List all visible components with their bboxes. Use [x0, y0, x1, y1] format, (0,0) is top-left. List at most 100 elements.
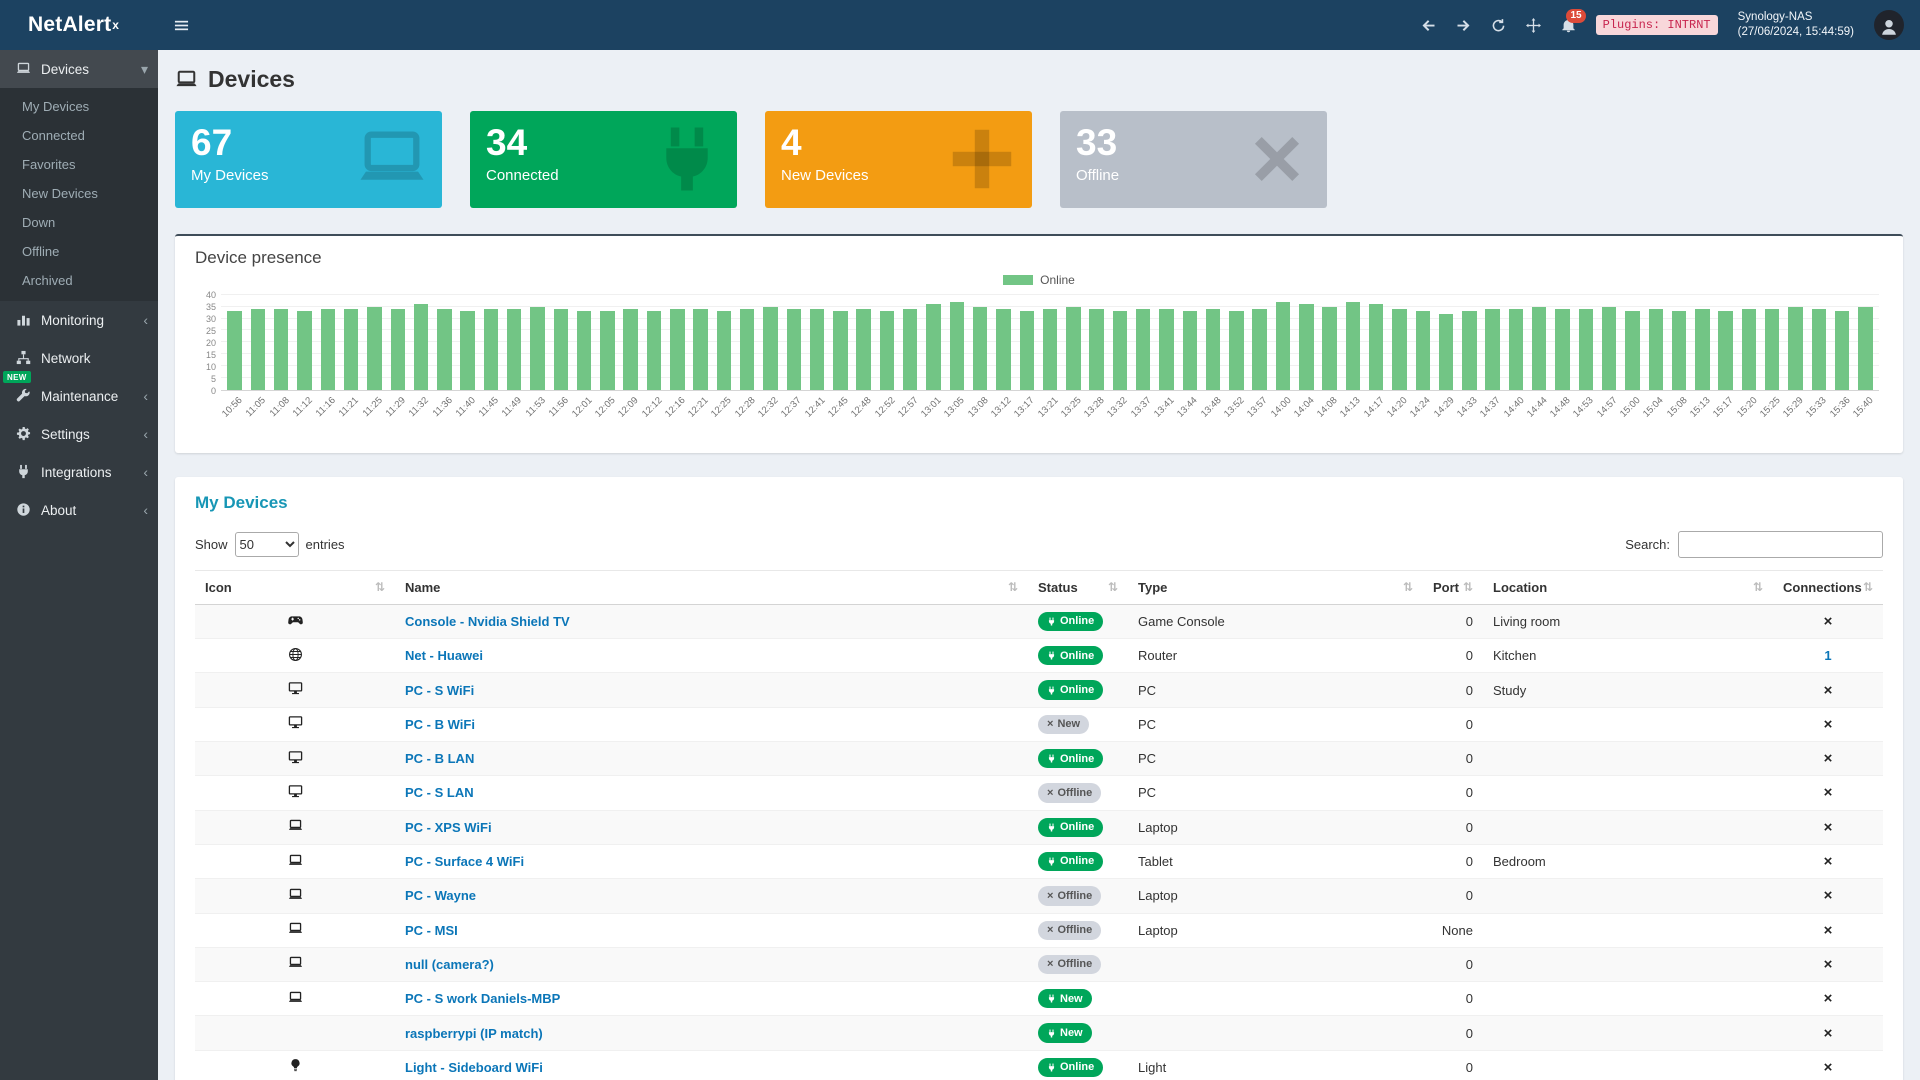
device-name-link[interactable]: raspberrypi (IP match)	[405, 1026, 543, 1041]
column-header-connections[interactable]: ⇅Connections	[1773, 570, 1883, 604]
x-tick-label: 15:25	[1758, 395, 1783, 420]
chart-bar	[1113, 311, 1127, 389]
column-header-icon[interactable]: ⇅Icon	[195, 570, 395, 604]
stat-box-my-devices[interactable]: 67 My Devices	[175, 111, 442, 208]
new-feature-tag: NEW	[3, 371, 31, 383]
x-tick-label: 14:53	[1571, 395, 1596, 420]
sidebar-subitem-offline[interactable]: Offline	[0, 237, 158, 266]
sidebar-item-devices[interactable]: Devices ▾	[0, 50, 158, 88]
connections-link[interactable]: 1	[1824, 648, 1831, 663]
back-arrow-icon[interactable]	[1421, 18, 1436, 33]
device-row[interactable]: PC - XPS WiFiOnlineLaptop0×	[195, 810, 1883, 844]
plugins-status-chip[interactable]: Plugins: INTRNT	[1596, 15, 1718, 35]
sidebar-item-monitoring[interactable]: Monitoring ‹	[0, 301, 158, 339]
device-row[interactable]: PC - S WiFiOnlinePC0Study×	[195, 673, 1883, 707]
sidebar-subitem-new-devices[interactable]: New Devices	[0, 179, 158, 208]
stat-box-new-devices[interactable]: 4 New Devices	[765, 111, 1032, 208]
device-name-link[interactable]: PC - B WiFi	[405, 717, 475, 732]
chart-bar	[1089, 309, 1103, 390]
device-name-link[interactable]: PC - XPS WiFi	[405, 820, 492, 835]
status-badge-label: Offline	[1057, 923, 1092, 937]
device-row[interactable]: PC - Surface 4 WiFiOnlineTablet0Bedroom×	[195, 844, 1883, 878]
chart-bar-slot: 12:57	[899, 295, 922, 390]
stat-box-offline[interactable]: 33 Offline	[1060, 111, 1327, 208]
device-type: PC	[1128, 673, 1423, 707]
plug-icon	[1047, 857, 1056, 866]
column-header-type[interactable]: ⇅Type	[1128, 570, 1423, 604]
device-status-cell: Online	[1028, 844, 1128, 878]
column-header-location[interactable]: ⇅Location	[1483, 570, 1773, 604]
device-row[interactable]: Console - Nvidia Shield TVOnlineGame Con…	[195, 604, 1883, 638]
device-name-link[interactable]: null (camera?)	[405, 957, 494, 972]
device-status-cell: ×Offline	[1028, 776, 1128, 810]
legend-label: Online	[1040, 273, 1075, 287]
device-row[interactable]: PC - B LANOnlinePC0×	[195, 742, 1883, 776]
status-badge: ×Offline	[1038, 886, 1101, 905]
device-row[interactable]: raspberrypi (IP match)New0×	[195, 1016, 1883, 1050]
sidebar-toggle-button[interactable]	[158, 0, 204, 50]
chart-bar-slot: 15:00	[1621, 295, 1644, 390]
device-row[interactable]: PC - S LAN×OfflinePC0×	[195, 776, 1883, 810]
chart-bar	[926, 304, 940, 390]
device-name-link[interactable]: Light - Sideboard WiFi	[405, 1060, 543, 1075]
sidebar-item-settings[interactable]: Settings ‹	[0, 415, 158, 453]
close-icon: ×	[1047, 957, 1053, 971]
sidebar-item-integrations[interactable]: Integrations ‹	[0, 453, 158, 491]
laptop-icon	[16, 61, 32, 77]
topbar-right: 15 Plugins: INTRNT Synology-NAS (27/06/2…	[1421, 10, 1904, 40]
device-name-link[interactable]: PC - B LAN	[405, 751, 474, 766]
device-row[interactable]: PC - B WiFi×NewPC0×	[195, 707, 1883, 741]
sidebar-item-label: Settings	[41, 427, 143, 442]
close-icon: ×	[1047, 889, 1053, 903]
device-row[interactable]: PC - MSI×OfflineLaptopNone×	[195, 913, 1883, 947]
x-tick-label: 13:01	[919, 395, 944, 420]
x-tick-label: 14:24	[1408, 395, 1433, 420]
device-row[interactable]: PC - S work Daniels-MBPNew0×	[195, 982, 1883, 1016]
column-header-status[interactable]: ⇅Status	[1028, 570, 1128, 604]
device-row[interactable]: Light - Sideboard WiFiOnlineLight0×	[195, 1050, 1883, 1080]
sidebar-item-about[interactable]: About ‹	[0, 491, 158, 529]
device-name-link[interactable]: PC - MSI	[405, 923, 458, 938]
app-logo[interactable]: NetAlertx	[0, 0, 158, 50]
column-header-port[interactable]: ⇅Port	[1423, 570, 1483, 604]
stat-box-connected[interactable]: 34 Connected	[470, 111, 737, 208]
device-name-link[interactable]: PC - S WiFi	[405, 683, 474, 698]
chart-bar-slot: 13:28	[1085, 295, 1108, 390]
x-tick-label: 13:37	[1129, 395, 1154, 420]
device-name-link[interactable]: PC - S work Daniels-MBP	[405, 991, 560, 1006]
device-connections-cell: ×	[1773, 947, 1883, 981]
device-row[interactable]: null (camera?)×Offline0×	[195, 947, 1883, 981]
notifications-bell[interactable]: 15	[1561, 18, 1576, 33]
device-name-link[interactable]: Console - Nvidia Shield TV	[405, 614, 570, 629]
show-label: Show	[195, 537, 228, 552]
refresh-icon[interactable]	[1491, 18, 1506, 33]
chart-bar	[530, 307, 544, 390]
sidebar-subitem-favorites[interactable]: Favorites	[0, 150, 158, 179]
sidebar-item-maintenance[interactable]: NEW Maintenance ‹	[0, 377, 158, 415]
avatar[interactable]	[1874, 10, 1904, 40]
device-port: None	[1423, 913, 1483, 947]
x-tick-label: 12:57	[896, 395, 921, 420]
x-tick-label: 13:44	[1175, 395, 1200, 420]
page-size-select[interactable]: 50	[235, 532, 299, 557]
sidebar-subitem-my-devices[interactable]: My Devices	[0, 92, 158, 121]
plug-icon	[649, 123, 725, 195]
x-tick-label: 13:08	[966, 395, 991, 420]
device-row[interactable]: Net - HuaweiOnlineRouter0Kitchen1	[195, 639, 1883, 673]
chart-bar-slot: 13:21	[1038, 295, 1061, 390]
x-tick-label: 14:29	[1432, 395, 1457, 420]
move-icon[interactable]	[1526, 18, 1541, 33]
laptop-icon	[354, 123, 430, 195]
sidebar-subitem-connected[interactable]: Connected	[0, 121, 158, 150]
search-input[interactable]	[1678, 531, 1883, 558]
chart-bar	[1835, 311, 1849, 389]
column-header-name[interactable]: ⇅Name	[395, 570, 1028, 604]
sidebar-subitem-archived[interactable]: Archived	[0, 266, 158, 295]
device-name-link[interactable]: PC - Wayne	[405, 888, 476, 903]
forward-arrow-icon[interactable]	[1456, 18, 1471, 33]
device-name-link[interactable]: Net - Huawei	[405, 648, 483, 663]
device-name-link[interactable]: PC - Surface 4 WiFi	[405, 854, 524, 869]
device-name-link[interactable]: PC - S LAN	[405, 785, 474, 800]
device-row[interactable]: PC - Wayne×OfflineLaptop0×	[195, 879, 1883, 913]
sidebar-subitem-down[interactable]: Down	[0, 208, 158, 237]
